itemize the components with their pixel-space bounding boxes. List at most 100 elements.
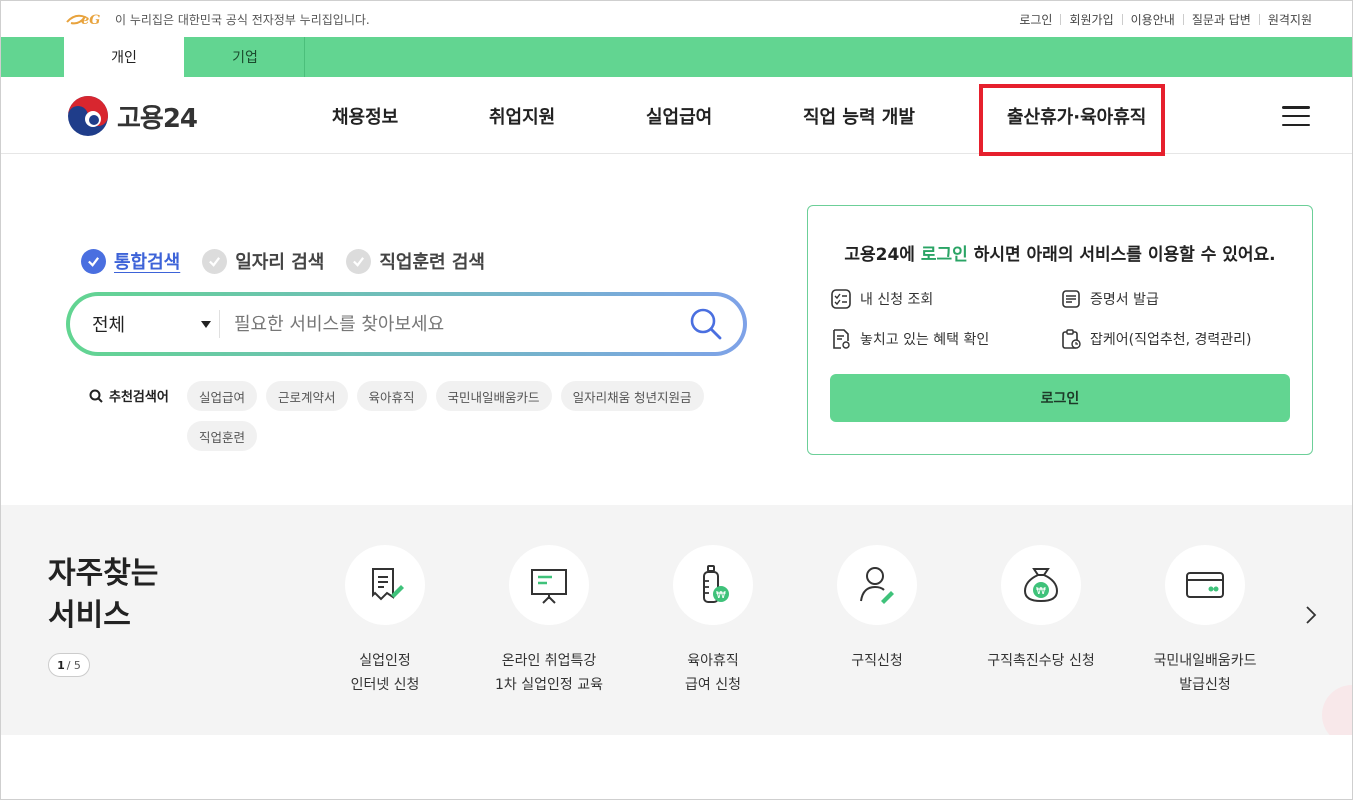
document-search-icon: [833, 329, 850, 349]
util-link-signup[interactable]: 회원가입: [1069, 11, 1113, 28]
login-card-message: 고용24에 로그인 하시면 아래의 서비스를 이용할 수 있어요.: [808, 240, 1312, 265]
search-input[interactable]: [220, 313, 689, 335]
utility-bar: eG 이 누리집은 대한민국 공식 전자정부 누리집입니다. 로그인 회원가입 …: [1, 1, 1352, 37]
service-name-line1: 구직촉진수당 신청: [987, 653, 1095, 669]
service-icon-circle: [509, 545, 589, 625]
clipboard-clock-icon: [1062, 329, 1081, 349]
highlight-annotation-box: [979, 84, 1165, 156]
search-type-training[interactable]: 직업훈련 검색: [346, 248, 485, 274]
service-label: 잡케어(직업추천, 경력관리): [1090, 332, 1252, 348]
service-icon-circle: ₩: [1001, 545, 1081, 625]
gov-notice: eG 이 누리집은 대한민국 공식 전자정부 누리집입니다.: [65, 11, 370, 28]
service-icon-circle: [837, 545, 917, 625]
divider: [1182, 13, 1184, 25]
util-link-remote[interactable]: 원격지원: [1268, 11, 1312, 28]
search-inner: 전체: [70, 296, 743, 352]
search-type-integrated[interactable]: 통합검색: [81, 248, 180, 274]
util-link-guide[interactable]: 이용안내: [1131, 11, 1175, 28]
service-name-line2: 발급신청: [1179, 677, 1231, 693]
search-category-select[interactable]: 전체: [70, 310, 220, 338]
service-jobcare[interactable]: 잡케어(직업추천, 경력관리): [1060, 328, 1252, 350]
keyword-chip[interactable]: 일자리채움 청년지원금: [560, 381, 704, 411]
service-label: 놓치고 있는 혜택 확인: [860, 332, 990, 348]
svg-text:eG: eG: [81, 13, 100, 27]
printer-doc-icon: [1062, 290, 1080, 308]
search-icon[interactable]: [689, 307, 723, 341]
service-name-line1: 구직신청: [851, 653, 903, 669]
keyword-chip[interactable]: 실업급여: [187, 381, 258, 411]
search-type-selector: 통합검색 일자리 검색 직업훈련 검색: [81, 248, 485, 274]
pager-total: / 5: [66, 658, 81, 672]
search-category-value: 전체: [92, 315, 126, 336]
section-title: 자주찾는 서비스: [48, 553, 158, 637]
divider: [1258, 13, 1260, 25]
divider: [1121, 13, 1123, 25]
divider: [1060, 13, 1062, 25]
keyword-chip[interactable]: 근로계약서: [266, 381, 348, 411]
recommend-label: 추천검색어: [89, 386, 169, 405]
service-label: 내 신청 조회: [860, 292, 934, 308]
keyword-chips: 실업급여 근로계약서 육아휴직 국민내일배움카드 일자리채움 청년지원금 직업훈…: [187, 381, 747, 451]
frequent-service-item[interactable]: 온라인 취업특강 1차 실업인정 교육: [464, 545, 634, 697]
nav-item-jobs[interactable]: 채용정보: [332, 103, 398, 129]
audience-tabs: 개인 기업: [1, 37, 1352, 77]
service-name: 구직촉진수당 신청: [956, 649, 1126, 673]
frequent-services-section: 자주찾는 서비스 1 / 5 실업인정 인터넷 신청 온라인 취업특강 1차 실…: [1, 505, 1352, 735]
search-type-label: 직업훈련 검색: [379, 252, 485, 273]
tab-business[interactable]: 기업: [185, 37, 305, 77]
logo-text: 고용24: [117, 103, 198, 134]
decorative-shape: [1322, 685, 1352, 735]
frequent-service-item[interactable]: 국민내일배움카드 발급신청: [1120, 545, 1290, 697]
service-missed-benefits[interactable]: 놓치고 있는 혜택 확인: [830, 328, 989, 350]
gov-notice-text: 이 누리집은 대한민국 공식 전자정부 누리집입니다.: [115, 12, 370, 27]
service-name: 국민내일배움카드 발급신청: [1120, 649, 1290, 697]
hamburger-menu-icon[interactable]: [1282, 106, 1310, 126]
msg-suffix: 하시면 아래의 서비스를 이용할 수 있어요.: [967, 245, 1276, 265]
nav-item-vocational-training[interactable]: 직업 능력 개발: [803, 103, 915, 129]
search-icon: [89, 389, 103, 403]
section-title-line1: 자주찾는: [48, 556, 159, 591]
keyword-chip[interactable]: 육아휴직: [356, 381, 427, 411]
service-name-line1: 실업인정: [359, 653, 411, 669]
service-name-line1: 국민내일배움카드: [1153, 653, 1257, 669]
service-name: 육아휴직 급여 신청: [628, 649, 798, 697]
chevron-right-icon[interactable]: [1303, 605, 1319, 625]
card-icon: [1186, 572, 1224, 598]
keyword-chip[interactable]: 국민내일배움카드: [435, 381, 552, 411]
check-icon: [202, 248, 228, 274]
util-link-qna[interactable]: 질문과 답변: [1192, 11, 1251, 28]
service-certificate[interactable]: 증명서 발급: [1060, 288, 1159, 310]
service-name-line1: 육아휴직: [687, 653, 739, 669]
msg-highlight: 로그인: [920, 245, 968, 265]
carousel-pager: 1 / 5: [48, 653, 90, 677]
util-link-login[interactable]: 로그인: [1019, 11, 1052, 28]
search-type-label: 통합검색: [114, 252, 181, 273]
frequent-service-item[interactable]: ₩ 육아휴직 급여 신청: [628, 545, 798, 697]
document-pen-icon: [372, 568, 404, 601]
frequent-service-item[interactable]: 구직신청: [792, 545, 962, 673]
taegeuk-logo-icon: [68, 96, 108, 136]
svg-text:₩: ₩: [716, 590, 726, 601]
svg-text:₩: ₩: [1036, 586, 1046, 597]
frequent-service-item[interactable]: 실업인정 인터넷 신청: [300, 545, 470, 697]
tab-personal[interactable]: 개인: [64, 37, 184, 77]
login-button[interactable]: 로그인: [830, 374, 1290, 422]
site-logo[interactable]: 고용24: [67, 95, 198, 137]
service-my-applications[interactable]: 내 신청 조회: [830, 288, 933, 310]
service-icon-circle: [1165, 545, 1245, 625]
check-icon: [346, 248, 372, 274]
service-name-line2: 인터넷 신청: [350, 677, 420, 693]
nav-item-employment-support[interactable]: 취업지원: [489, 103, 555, 129]
caret-down-icon: [201, 320, 211, 328]
service-name: 실업인정 인터넷 신청: [300, 649, 470, 697]
presentation-board-icon: [531, 569, 567, 604]
service-name: 온라인 취업특강 1차 실업인정 교육: [464, 649, 634, 697]
frequent-service-item[interactable]: ₩ 구직촉진수당 신청: [956, 545, 1126, 673]
search-type-jobs[interactable]: 일자리 검색: [202, 248, 324, 274]
service-name: 구직신청: [792, 649, 962, 673]
nav-item-unemployment-benefit[interactable]: 실업급여: [646, 103, 712, 129]
service-icon-circle: ₩: [673, 545, 753, 625]
service-name-line2: 1차 실업인정 교육: [495, 677, 603, 693]
main-header: 고용24 채용정보 취업지원 실업급여 직업 능력 개발 출산휴가·육아휴직: [1, 77, 1352, 156]
keyword-chip[interactable]: 직업훈련: [187, 421, 258, 451]
